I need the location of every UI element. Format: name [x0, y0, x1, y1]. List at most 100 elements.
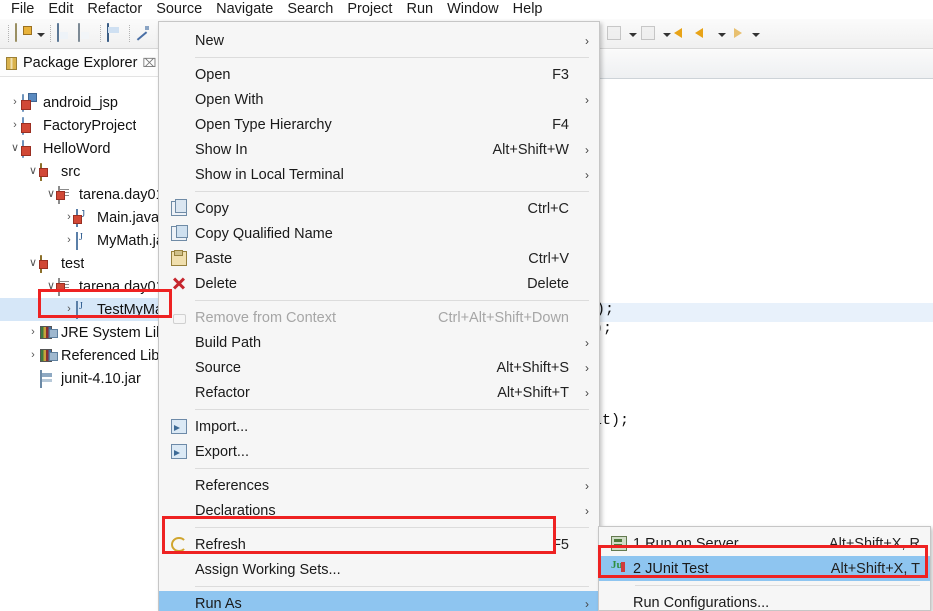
context-menu-item-delete[interactable]: Delete Delete [159, 271, 599, 296]
menu-navigate[interactable]: Navigate [209, 0, 280, 19]
context-menu-item-remove-from-context: Remove from Context Ctrl+Alt+Shift+Down [159, 305, 599, 330]
submenu-arrow-icon: › [585, 385, 589, 400]
collapse-arrow-icon[interactable]: ∨ [8, 137, 22, 160]
menu-item-label: Open [195, 66, 231, 83]
expand-arrow-icon[interactable]: › [8, 114, 22, 137]
java-file-icon [76, 208, 93, 227]
context-menu-item-open-with[interactable]: Open With › [159, 87, 599, 112]
menu-item-label: Build Path [195, 334, 262, 351]
menu-item-label: Paste [195, 250, 233, 267]
save-icon[interactable] [55, 22, 75, 44]
expand-arrow-icon[interactable]: › [26, 321, 40, 344]
tree-item-label: test [61, 255, 85, 272]
context-menu-item-copy[interactable]: Copy Ctrl+C [159, 196, 599, 221]
expand-arrow-icon[interactable]: › [8, 91, 22, 114]
menu-search[interactable]: Search [280, 0, 340, 19]
submenu-item-junit-test[interactable]: 2 JUnit Test Alt+Shift+X, T [599, 556, 930, 581]
package-icon [58, 185, 75, 204]
junit-icon [611, 559, 627, 576]
menu-item-label: 1 Run on Server [633, 535, 739, 552]
link-icon[interactable] [134, 24, 154, 44]
submenu-item-run-on-server[interactable]: 1 Run on Server Alt+Shift+X, R [599, 531, 930, 556]
submenu-arrow-icon: › [585, 478, 589, 493]
close-icon[interactable]: ⌧ [142, 56, 156, 70]
menu-item-shortcut: F5 [552, 536, 569, 553]
menu-item-shortcut: Alt+Shift+W [492, 141, 569, 158]
context-menu-item-source[interactable]: Source Alt+Shift+S › [159, 355, 599, 380]
back-dropdown-arrow-icon[interactable] [715, 24, 728, 44]
print-icon[interactable] [105, 22, 125, 44]
context-menu-item-assign-working-sets[interactable]: Assign Working Sets... [159, 557, 599, 582]
previous-annotation-icon[interactable] [639, 24, 659, 44]
context-menu-item-copy-qualified-name[interactable]: Copy Qualified Name [159, 221, 599, 246]
menu-source[interactable]: Source [149, 0, 209, 19]
forward-icon[interactable] [728, 24, 748, 44]
context-menu-item-open-type-hierarchy[interactable]: Open Type Hierarchy F4 [159, 112, 599, 137]
collapse-arrow-icon[interactable]: ∨ [26, 252, 40, 275]
submenu-arrow-icon: › [585, 33, 589, 48]
menu-item-label: Import... [195, 418, 249, 435]
context-menu-item-references[interactable]: References › [159, 473, 599, 498]
menu-item-label: Remove from Context [195, 309, 337, 326]
tree-item-label: android_jsp [43, 94, 118, 111]
menu-item-label: Open Type Hierarchy [195, 116, 332, 133]
toolbar-separator [50, 25, 52, 42]
toolbar-separator [129, 25, 131, 42]
context-menu-item-open[interactable]: Open F3 [159, 62, 599, 87]
context-menu-item-new[interactable]: New › [159, 28, 599, 53]
java-file-icon [76, 231, 93, 250]
paste-icon [171, 250, 187, 266]
context-menu-item-show-in[interactable]: Show In Alt+Shift+W › [159, 137, 599, 162]
last-edit-location-icon[interactable] [673, 24, 693, 44]
menu-project[interactable]: Project [340, 0, 399, 19]
next-annotation-dropdown-arrow-icon[interactable] [626, 24, 639, 44]
menu-file[interactable]: File [4, 0, 41, 19]
menu-item-shortcut: Ctrl+Alt+Shift+Down [438, 309, 569, 326]
package-icon [58, 277, 75, 296]
menu-item-label: Run As [195, 595, 242, 611]
back-icon[interactable] [694, 24, 714, 44]
new-dropdown-arrow-icon[interactable] [34, 24, 47, 44]
menu-separator [195, 300, 589, 301]
context-menu-item-paste[interactable]: Paste Ctrl+V [159, 246, 599, 271]
menu-item-label: Show In [195, 141, 248, 158]
expand-arrow-icon[interactable]: › [62, 298, 76, 321]
next-annotation-icon[interactable] [605, 24, 625, 44]
tree-item-label: tarena.day01 [79, 278, 164, 295]
expand-arrow-icon[interactable]: › [62, 229, 76, 252]
package-explorer-title: Package Explorer [23, 55, 138, 71]
collapse-arrow-icon[interactable]: ∨ [26, 160, 40, 183]
menu-item-shortcut: Ctrl+C [527, 200, 570, 217]
library-icon [40, 348, 57, 364]
toolbar-separator [100, 25, 102, 42]
export-icon [171, 444, 187, 459]
menu-item-label: Refactor [195, 384, 250, 401]
context-menu-item-show-in-local-terminal[interactable]: Show in Local Terminal › [159, 162, 599, 187]
menu-item-label: Delete [195, 275, 237, 292]
context-menu-item-import[interactable]: Import... [159, 414, 599, 439]
new-icon[interactable] [13, 22, 33, 44]
context-menu-item-build-path[interactable]: Build Path › [159, 330, 599, 355]
java-project-icon [22, 139, 39, 158]
tree-item-label: junit-4.10.jar [61, 370, 141, 387]
menu-window[interactable]: Window [440, 0, 506, 19]
menu-help[interactable]: Help [506, 0, 550, 19]
menu-edit[interactable]: Edit [41, 0, 80, 19]
context-menu-item-declarations[interactable]: Declarations › [159, 498, 599, 523]
context-menu-item-export[interactable]: Export... [159, 439, 599, 464]
tree-item-label: HelloWord [43, 140, 111, 157]
menu-item-label: Open With [195, 91, 264, 108]
context-menu-item-refresh[interactable]: Refresh F5 [159, 532, 599, 557]
menu-item-label: Copy Qualified Name [195, 225, 333, 242]
save-all-icon[interactable] [76, 22, 96, 44]
expand-arrow-icon[interactable]: › [26, 344, 40, 367]
previous-annotation-dropdown-arrow-icon[interactable] [660, 24, 673, 44]
context-menu-item-refactor[interactable]: Refactor Alt+Shift+T › [159, 380, 599, 405]
context-menu-item-run-as[interactable]: Run As › [159, 591, 599, 611]
menu-refactor[interactable]: Refactor [80, 0, 149, 19]
menu-run[interactable]: Run [399, 0, 440, 19]
tree-item-label: FactoryProject [43, 117, 137, 134]
submenu-item-run-configurations[interactable]: Run Configurations... [599, 590, 930, 611]
submenu-arrow-icon: › [585, 167, 589, 182]
forward-dropdown-arrow-icon[interactable] [749, 24, 762, 44]
